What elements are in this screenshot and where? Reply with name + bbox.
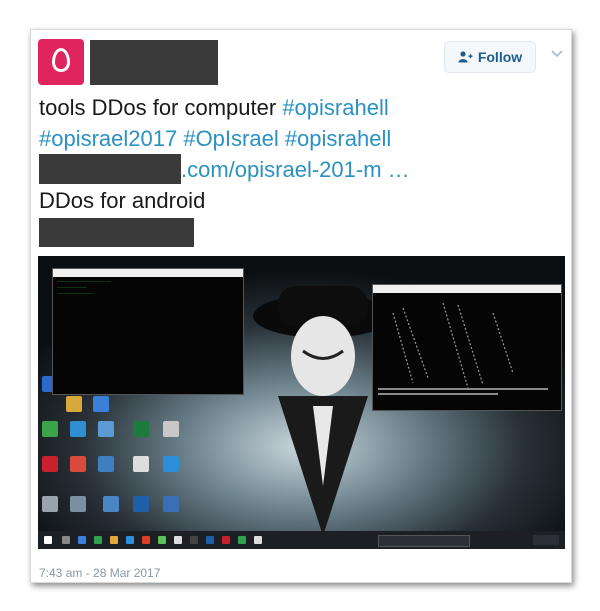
desktop-icon-app[interactable]	[70, 421, 86, 437]
desktop-icon-app[interactable]	[98, 456, 114, 472]
desktop-icon-app[interactable]	[42, 496, 58, 512]
tweet-text-plain: tools DDos for computer	[39, 95, 283, 120]
desktop-icon-app[interactable]	[70, 456, 86, 472]
desktop-icon-app[interactable]	[163, 421, 179, 437]
tweet-line-4: DDos for android	[39, 185, 559, 216]
windows-start-icon[interactable]	[44, 536, 52, 544]
redacted-username	[90, 40, 218, 85]
person-plus-icon	[458, 51, 473, 63]
chevron-down-icon[interactable]	[551, 50, 563, 58]
windows-taskbar	[38, 531, 565, 549]
cmd-output-line: ——————————————————	[57, 279, 111, 283]
desktop-icon-app[interactable]	[163, 456, 179, 472]
hashtag-links[interactable]: #opisrael2017 #OpIsrael #opisrahell	[39, 126, 391, 151]
desktop-icon-app[interactable]	[70, 496, 86, 512]
cmd-window-titlebar[interactable]	[53, 269, 243, 277]
desktop-icon-app[interactable]	[42, 456, 58, 472]
redacted-link-domain	[39, 154, 181, 184]
profile-avatar[interactable]	[38, 39, 84, 85]
cmd-output-line: ————————————	[57, 291, 93, 295]
cmd-output-line: ——————————	[57, 285, 87, 289]
tweet-timestamp[interactable]: 7:43 am - 28 Mar 2017	[39, 566, 160, 580]
hashtag-link[interactable]: #opisrahell	[282, 95, 388, 120]
tweet-line-2: #opisrael2017 #OpIsrael #opisrahell	[39, 123, 559, 154]
desktop-icon-app[interactable]	[133, 496, 149, 512]
tweet-text: tools DDos for computer #opisrahell #opi…	[39, 92, 559, 247]
follow-button[interactable]: Follow	[444, 41, 536, 73]
system-tray-clock[interactable]	[533, 535, 559, 545]
taskbar-app-icon[interactable]	[222, 536, 230, 544]
taskbar-app-icon[interactable]	[174, 536, 182, 544]
taskbar-app-icon[interactable]	[110, 536, 118, 544]
cmd-window-titlebar[interactable]	[373, 285, 561, 293]
taskbar-app-icon[interactable]	[254, 536, 262, 544]
taskbar-app-icon[interactable]	[142, 536, 150, 544]
tweet-line-5	[39, 216, 559, 247]
taskbar-app-icon[interactable]	[158, 536, 166, 544]
tweet-card: Follow tools DDos for computer #opisrahe…	[30, 29, 572, 583]
url-link[interactable]: .com/opisrael-201-m …	[181, 157, 410, 182]
desktop-icon-app[interactable]	[98, 421, 114, 437]
tweet-text-android: DDos for android	[39, 188, 206, 213]
attached-screenshot-image[interactable]: —————————————————— —————————— ——————————…	[38, 256, 565, 549]
redacted-link-2	[39, 218, 194, 247]
desktop-icon-app[interactable]	[93, 396, 109, 412]
cmd-window-right[interactable]	[372, 284, 562, 411]
egg-avatar-icon	[52, 48, 70, 72]
tweet-line-1: tools DDos for computer #opisrahell	[39, 92, 559, 123]
taskbar-app-icon[interactable]	[238, 536, 246, 544]
taskbar-app-icon[interactable]	[126, 536, 134, 544]
cmd-window-left[interactable]: —————————————————— —————————— ——————————…	[52, 268, 244, 395]
tweet-line-3: .com/opisrael-201-m …	[39, 154, 559, 185]
ascii-art-output	[378, 302, 548, 395]
desktop-icon-app[interactable]	[133, 421, 149, 437]
desktop-icon-app[interactable]	[42, 421, 58, 437]
taskbar-app-icon[interactable]	[62, 536, 70, 544]
follow-label: Follow	[477, 49, 523, 65]
desktop-icon-app[interactable]	[163, 496, 179, 512]
taskbar-app-icon[interactable]	[94, 536, 102, 544]
desktop-icon-app[interactable]	[103, 496, 119, 512]
taskbar-app-icon[interactable]	[206, 536, 214, 544]
desktop-icon-app[interactable]	[133, 456, 149, 472]
taskbar-app-icon[interactable]	[78, 536, 86, 544]
desktop-icon-app[interactable]	[66, 396, 82, 412]
taskbar-app-icon[interactable]	[190, 536, 198, 544]
taskbar-address-box[interactable]	[378, 535, 470, 547]
